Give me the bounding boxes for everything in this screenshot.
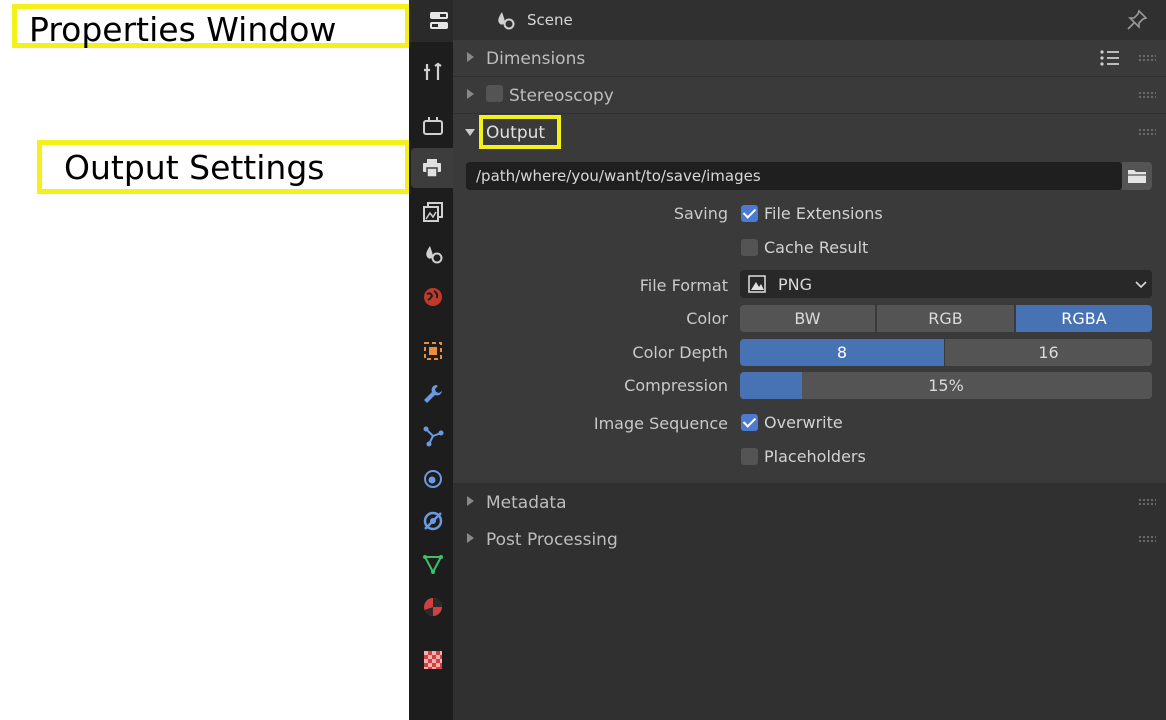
image-sequence-label: Image Sequence (593, 414, 728, 433)
expand-arrow-icon (465, 129, 475, 136)
file-format-value: PNG (778, 275, 813, 294)
collapse-arrow-icon (467, 52, 474, 62)
output-tab[interactable] (411, 148, 453, 188)
material-tab[interactable] (411, 587, 455, 627)
collapse-arrow-icon (467, 496, 474, 506)
data-tab[interactable] (411, 544, 455, 584)
output-settings-body: /path/where/you/want/to/save/images Savi… (453, 150, 1166, 483)
file-format-dropdown[interactable]: PNG (740, 270, 1152, 298)
saving-label: Saving (673, 204, 728, 223)
particles-icon (423, 426, 444, 447)
drag-handle-icon[interactable] (1138, 498, 1156, 506)
color-bw-label: BW (794, 309, 821, 328)
drag-handle-icon[interactable] (1138, 54, 1156, 62)
folder-icon (1128, 170, 1146, 183)
texture-tab[interactable] (411, 640, 455, 680)
section-label: Metadata (486, 493, 567, 513)
section-metadata[interactable]: Metadata (453, 484, 1166, 520)
compression-label: Compression (624, 376, 728, 395)
section-post-processing[interactable]: Post Processing (453, 521, 1166, 557)
stereoscopy-checkbox[interactable] (486, 85, 503, 102)
file-extensions-label: File Extensions (764, 204, 883, 223)
color-bw-button[interactable]: BW (740, 305, 875, 332)
drag-handle-icon[interactable] (1138, 128, 1156, 136)
output-path-text: /path/where/you/want/to/save/images (476, 167, 761, 185)
browse-folder-button[interactable] (1122, 162, 1152, 190)
color-depth-label: Color Depth (632, 343, 728, 362)
color-depth-16-label: 16 (1038, 343, 1059, 362)
tool-icon (424, 62, 442, 80)
color-depth-16-button[interactable]: 16 (945, 339, 1152, 366)
drag-handle-icon[interactable] (1138, 91, 1156, 99)
overwrite-label: Overwrite (764, 413, 843, 432)
section-output[interactable]: Output (453, 114, 1166, 150)
section-dimensions[interactable]: Dimensions (453, 40, 1166, 76)
render-icon (423, 117, 443, 135)
properties-panel: Scene Dimensions Stereoscopy Output /pat… (453, 0, 1166, 720)
color-rgb-button[interactable]: RGB (877, 305, 1014, 332)
file-format-label: File Format (639, 276, 728, 295)
annotation-properties-window-text: Properties Window (29, 9, 337, 49)
scene-icon (498, 12, 515, 30)
color-rgba-button[interactable]: RGBA (1016, 305, 1152, 332)
context-title: Scene (527, 11, 573, 29)
placeholders-label: Placeholders (764, 447, 866, 466)
physics-tab[interactable] (411, 459, 455, 499)
drag-handle-icon[interactable] (1138, 535, 1156, 543)
mesh-data-icon (423, 555, 443, 575)
collapse-arrow-icon (467, 533, 474, 543)
color-rgb-label: RGB (928, 309, 963, 328)
compression-slider[interactable]: 15% (740, 372, 1152, 399)
object-icon (424, 342, 442, 360)
section-label: Output (486, 123, 546, 143)
overwrite-checkbox[interactable] (741, 414, 758, 431)
image-file-icon (748, 275, 766, 293)
color-label: Color (686, 309, 728, 328)
view-layer-tab[interactable] (411, 192, 455, 232)
color-rgba-label: RGBA (1061, 309, 1107, 328)
annotation-output-settings: Output Settings (37, 140, 410, 194)
world-tab[interactable] (411, 277, 455, 317)
section-label: Dimensions (486, 49, 586, 69)
modifier-tab[interactable] (411, 374, 455, 414)
cache-result-label: Cache Result (764, 238, 869, 257)
physics-icon (424, 470, 442, 488)
output-path-input[interactable]: /path/where/you/want/to/save/images (466, 162, 1122, 190)
annotation-properties-window: Properties Window (12, 4, 410, 49)
printer-icon (423, 159, 441, 178)
properties-tab-strip (409, 0, 469, 720)
properties-header: Scene (453, 0, 1166, 40)
material-icon (424, 598, 442, 616)
texture-icon (424, 651, 442, 669)
section-stereoscopy[interactable]: Stereoscopy (453, 77, 1166, 113)
editor-type-icon (430, 12, 448, 29)
collapse-arrow-icon (467, 89, 474, 99)
wrench-icon (424, 385, 442, 403)
file-extensions-checkbox[interactable] (741, 205, 758, 222)
constraints-tab[interactable] (411, 501, 455, 541)
compression-value: 15% (928, 376, 964, 395)
section-label: Post Processing (486, 530, 618, 550)
section-label: Stereoscopy (509, 86, 614, 106)
particles-tab[interactable] (411, 416, 455, 456)
annotation-output-settings-text: Output Settings (64, 147, 325, 187)
chevron-down-icon (1135, 281, 1147, 289)
scene-tab[interactable] (411, 234, 455, 274)
presets-list-icon[interactable] (1099, 48, 1121, 68)
scene-icon (426, 246, 443, 264)
render-tab[interactable] (411, 106, 455, 146)
compression-fill (740, 372, 802, 399)
placeholders-checkbox[interactable] (741, 448, 758, 465)
world-icon (424, 288, 442, 306)
pin-icon[interactable] (1126, 9, 1148, 31)
color-depth-8-label: 8 (836, 343, 848, 362)
view-layer-icon (423, 202, 443, 222)
color-depth-8-button[interactable]: 8 (740, 339, 944, 366)
cache-result-checkbox[interactable] (741, 239, 758, 256)
object-tab[interactable] (411, 331, 455, 371)
constraints-icon (423, 511, 443, 531)
tool-tab[interactable] (411, 52, 455, 92)
